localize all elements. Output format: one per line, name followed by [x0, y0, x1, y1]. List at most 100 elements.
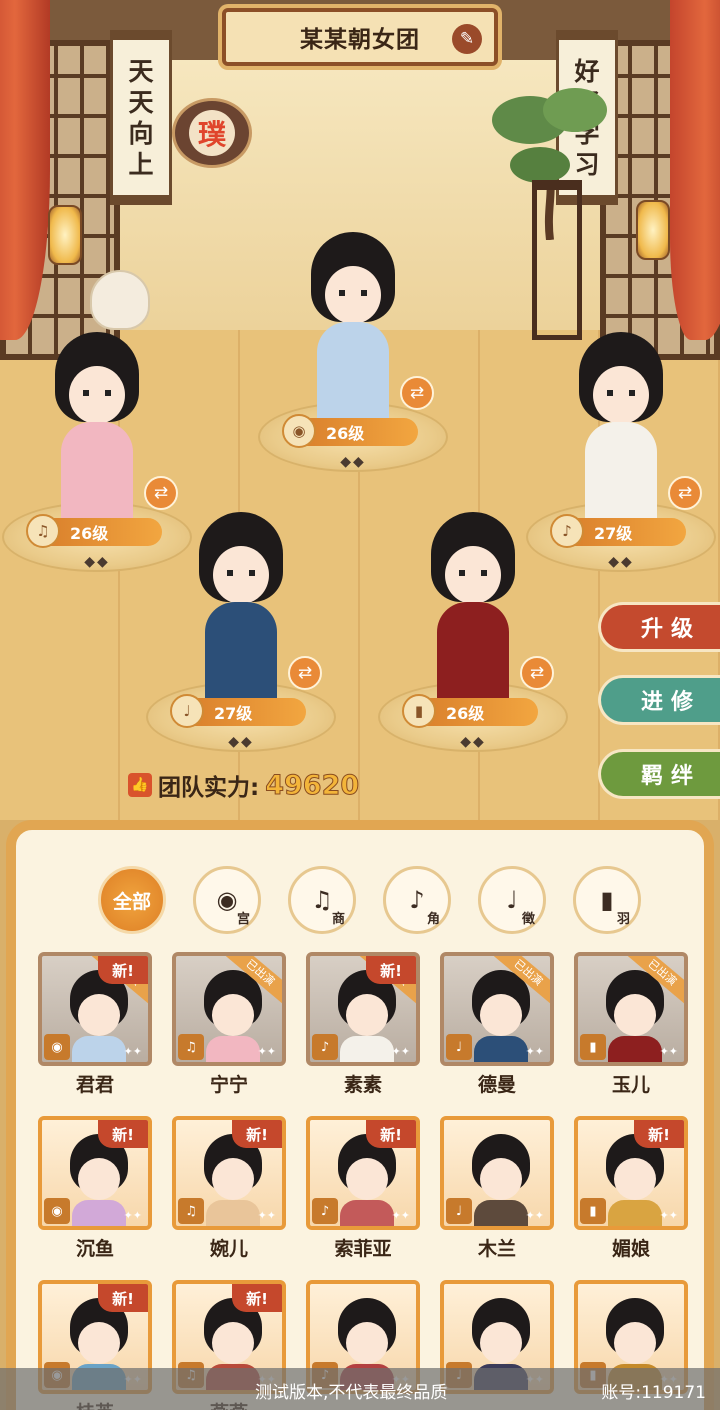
roster-card[interactable]: 新! ◉ ✦✦ 沉鱼 [38, 1116, 152, 1266]
star-rating: ◆◆ [340, 454, 366, 470]
class-icon: ▮ [580, 1198, 606, 1224]
filter-note: 羽 [616, 912, 630, 927]
filter-all[interactable]: 全部 [98, 866, 166, 934]
scroll-char: 向 [128, 118, 154, 148]
class-filter-bar: 全部 ◉ 宫 ♫ 商 ♪ 角 ♩ 徵 ▮ 羽 [98, 866, 641, 934]
right-lantern-icon [636, 200, 670, 260]
character-name: 玉儿 [611, 1074, 650, 1096]
class-icon: ♩ [446, 1198, 472, 1224]
star-rating: ✦✦ [257, 1209, 276, 1222]
level-bar: ♩ 27级 [170, 694, 306, 728]
filter-zhi[interactable]: ♩ 徵 [478, 866, 546, 934]
team-power-value: 49620 [265, 769, 360, 801]
filter-gong[interactable]: ◉ 宫 [193, 866, 261, 934]
class-icon: ♩ [446, 1034, 472, 1060]
portrait-frame: 新! ◉ ✦✦ [38, 1116, 152, 1230]
star-rating: ✦✦ [659, 1209, 678, 1222]
swap-icon[interactable]: ⇄ [288, 656, 322, 690]
level-bar: ◉ 26级 [282, 414, 418, 448]
class-icon: ♫ [178, 1198, 204, 1224]
class-icon: ◉ [44, 1034, 70, 1060]
star-rating: ✦✦ [391, 1045, 410, 1058]
level-text: 26级 [326, 424, 365, 443]
level-text: 27级 [214, 704, 253, 723]
star-rating: ✦✦ [525, 1045, 544, 1058]
account-id: 账号:119171 [601, 1383, 706, 1403]
new-badge: 新! [98, 1120, 148, 1148]
character-figure[interactable] [571, 332, 671, 532]
portrait-frame: 已出演 ♫ ✦✦ [172, 952, 286, 1066]
right-curtain [670, 0, 720, 340]
team-power-label: 团队实力: [158, 775, 260, 801]
roster-card[interactable]: 新! ♪ ✦✦ 索菲亚 [306, 1116, 420, 1266]
star-rating: ✦✦ [525, 1209, 544, 1222]
roster-card[interactable]: ♩ ✦✦ 木兰 [440, 1116, 554, 1266]
new-badge: 新! [366, 956, 416, 984]
build-notice: 测试版本,不代表最终品质 [255, 1383, 448, 1403]
roster-card[interactable]: 已出演新!◉✦✦君君 [38, 952, 152, 1102]
new-badge: 新! [98, 1284, 148, 1312]
filter-note: 角 [426, 912, 440, 927]
drum-icon: ◉ [282, 414, 316, 448]
bell-icon: ♫ [26, 514, 60, 548]
character-figure[interactable] [423, 512, 523, 712]
clapper-icon: ▮ [402, 694, 436, 728]
team-name: 某某朝女团 [300, 26, 420, 53]
character-figure[interactable] [303, 232, 403, 432]
bell-icon: ♫ [311, 886, 333, 914]
scroll-char: 天 [128, 56, 154, 86]
scroll-char: 上 [128, 149, 154, 179]
class-icon: ◉ [44, 1198, 70, 1224]
portrait-frame: 新! ♫ ✦✦ [172, 1116, 286, 1230]
pipa-icon: ♩ [506, 886, 518, 914]
roster-card[interactable]: 新! ♫ ✦✦ 婉儿 [172, 1116, 286, 1266]
character-figure[interactable] [47, 332, 147, 532]
character-name: 沉鱼 [75, 1238, 114, 1260]
portrait-frame: 已出演新!◉✦✦ [38, 952, 152, 1066]
stage-slot-front-left[interactable]: ⇄ ♩ 27级 ◆◆ [146, 482, 336, 752]
roster-card[interactable]: 已出演新!♪✦✦素素 [306, 952, 420, 1102]
filter-yu[interactable]: ▮ 羽 [573, 866, 641, 934]
new-badge: 新! [366, 1120, 416, 1148]
upgrade-button[interactable]: 升级 [598, 602, 720, 652]
star-rating: ✦✦ [391, 1209, 410, 1222]
train-button[interactable]: 进修 [598, 675, 720, 725]
new-badge: 新! [232, 1120, 282, 1148]
swap-icon[interactable]: ⇄ [400, 376, 434, 410]
drum-icon: ◉ [216, 886, 238, 914]
character-name: 木兰 [477, 1238, 516, 1260]
roster-card[interactable]: 已出演 ♫ ✦✦ 宁宁 [172, 952, 286, 1102]
portrait-frame: 已出演 ▮ ✦✦ [574, 952, 688, 1066]
left-lantern-icon [48, 205, 82, 265]
filter-note: 徵 [521, 912, 535, 927]
stage-slot-center[interactable]: ⇄ ◉ 26级 ◆◆ [258, 212, 448, 472]
roster-card[interactable]: 已出演 ♩ ✦✦ 德曼 [440, 952, 554, 1102]
swap-icon[interactable]: ⇄ [520, 656, 554, 690]
team-name-plate[interactable]: 某某朝女团 ✎ [222, 8, 498, 66]
character-name: 德曼 [477, 1074, 516, 1096]
portrait-frame: 新! ♪ ✦✦ [306, 1116, 420, 1230]
new-badge: 新! [634, 1120, 684, 1148]
team-emblem[interactable]: 璞 [172, 98, 252, 168]
stage-slot-front-right[interactable]: ⇄ ▮ 26级 ◆◆ [378, 482, 568, 752]
new-badge: 新! [232, 1284, 282, 1312]
brush-icon[interactable]: ✎ [452, 24, 482, 54]
new-badge: 新! [98, 956, 148, 984]
filter-note: 商 [331, 912, 345, 927]
bond-button[interactable]: 羁绊 [598, 749, 720, 799]
portrait-frame: 已出演 ♩ ✦✦ [440, 952, 554, 1066]
flute-icon: ♪ [409, 886, 425, 914]
clapper-icon: ▮ [600, 886, 614, 914]
filter-note: 宫 [236, 912, 250, 927]
roster-card[interactable]: 新! ▮ ✦✦ 媚娘 [574, 1116, 688, 1266]
filter-label: 全部 [112, 890, 151, 913]
filter-shang[interactable]: ♫ 商 [288, 866, 356, 934]
level-bar: ♪ 27级 [550, 514, 686, 548]
star-rating: ✦✦ [123, 1045, 142, 1058]
class-icon: ♫ [178, 1034, 204, 1060]
character-figure[interactable] [191, 512, 291, 712]
class-icon: ♪ [312, 1198, 338, 1224]
swap-icon[interactable]: ⇄ [668, 476, 702, 510]
roster-card[interactable]: 已出演 ▮ ✦✦ 玉儿 [574, 952, 688, 1102]
filter-jue[interactable]: ♪ 角 [383, 866, 451, 934]
